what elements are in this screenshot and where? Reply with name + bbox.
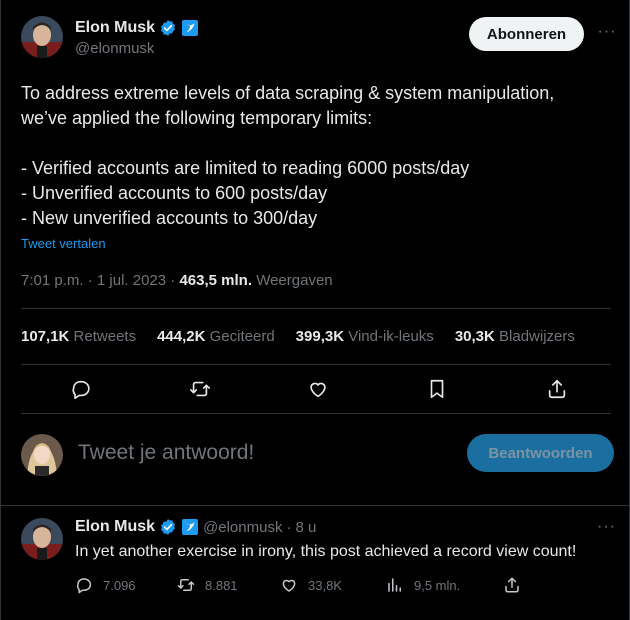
author-display-name[interactable]: Elon Musk (75, 19, 155, 37)
views-action[interactable]: 9,5 mln. (386, 576, 460, 594)
meta-separator: · (170, 272, 176, 289)
tweet-time[interactable]: 7:01 p.m. (21, 272, 84, 289)
retweet-icon[interactable] (183, 372, 217, 406)
tweet-text-line: To address extreme levels of data scrapi… (21, 83, 555, 103)
x-logo-badge-icon[interactable] (181, 518, 199, 536)
stat-label: Geciteerd (209, 328, 275, 345)
divider (21, 308, 611, 309)
tweet-action-bar (21, 372, 611, 406)
tweet-date[interactable]: 1 jul. 2023 (97, 272, 166, 289)
stat-bookmarks[interactable]: 30,3K Bladwijzers (455, 328, 575, 345)
reply-timestamp[interactable]: 8 u (295, 519, 316, 536)
retweet-action[interactable]: 8.881 (177, 576, 238, 594)
retweet-count: 8.881 (205, 577, 238, 593)
share-icon (505, 577, 519, 593)
bookmark-icon[interactable] (420, 372, 454, 406)
x-logo-badge-icon[interactable] (181, 19, 199, 37)
tweet-metadata: 7:01 p.m. · 1 jul. 2023 · 463,5 mln. Wee… (21, 272, 333, 289)
meta-separator: · (286, 518, 292, 536)
meta-separator: · (87, 272, 93, 289)
tweet-text-line: - New unverified accounts to 300/day (21, 208, 318, 228)
subscribe-button[interactable]: Abonneren (469, 17, 584, 51)
reply-tweet-text: In yet another exercise in irony, this p… (75, 543, 577, 560)
author-handle[interactable]: @elonmusk (75, 40, 199, 57)
reply-author-display-name[interactable]: Elon Musk (75, 518, 155, 536)
stat-label: Bladwijzers (499, 328, 575, 345)
reply-tweet[interactable]: Elon Musk @elonmusk · 8 u ··· In yet ano… (1, 506, 630, 620)
stat-number: 444,2K (157, 328, 206, 345)
views-count: 9,5 mln. (414, 577, 461, 593)
reply-author-avatar[interactable] (21, 518, 63, 560)
reply-icon (76, 578, 92, 594)
main-tweet: Elon Musk @elonmusk Abonneren ··· To add… (1, 0, 630, 505)
more-options-icon[interactable]: ··· (597, 518, 616, 536)
share-icon[interactable] (540, 372, 574, 406)
like-count: 33,8K (308, 577, 342, 593)
tweet-text-line: - Unverified accounts to 600 posts/day (21, 183, 328, 203)
reply-author-row: Elon Musk @elonmusk · 8 u (75, 518, 316, 536)
views-count[interactable]: 463,5 mln. (179, 272, 252, 289)
current-user-avatar[interactable] (21, 434, 63, 476)
stat-label: Retweets (73, 328, 137, 345)
like-icon (282, 579, 296, 592)
reply-count: 7.096 (103, 577, 136, 593)
reply-composer: Tweet je antwoord! Beantwoorden (1, 414, 630, 494)
translate-tweet-link[interactable]: Tweet vertalen (21, 236, 106, 251)
reply-author-handle[interactable]: @elonmusk (203, 519, 282, 536)
stat-quotes[interactable]: 444,2K Geciteerd (157, 328, 275, 345)
like-action[interactable]: 33,8K (280, 576, 342, 594)
verified-badge-icon[interactable] (159, 518, 177, 536)
views-label[interactable]: Weergaven (256, 272, 332, 289)
tweet-detail-view: Elon Musk @elonmusk Abonneren ··· To add… (0, 0, 630, 620)
stat-retweets[interactable]: 107,1K Retweets (21, 328, 136, 345)
reply-action-bar: 7.096 8.881 33,8K 9,5 mln. (75, 576, 615, 600)
stat-number: 107,1K (21, 328, 70, 345)
reply-button[interactable]: Beantwoorden (467, 434, 614, 472)
like-icon[interactable] (301, 372, 335, 406)
tweet-text-line: we’ve applied the following temporary li… (21, 108, 373, 128)
author-avatar[interactable] (21, 16, 63, 58)
share-action[interactable] (503, 576, 521, 594)
author-block: Elon Musk @elonmusk (75, 18, 199, 57)
reply-input[interactable]: Tweet je antwoord! (78, 441, 254, 465)
engagement-stats: 107,1K Retweets 444,2K Geciteerd 399,3K … (21, 328, 596, 345)
tweet-text: To address extreme levels of data scrapi… (21, 81, 611, 231)
stat-likes[interactable]: 399,3K Vind-ik-leuks (296, 328, 434, 345)
tweet-text-line: - Verified accounts are limited to readi… (21, 158, 470, 178)
stat-number: 30,3K (454, 328, 495, 345)
stat-label: Vind-ik-leuks (348, 328, 434, 345)
verified-badge-icon[interactable] (159, 19, 177, 37)
more-options-icon[interactable]: ··· (597, 22, 617, 42)
divider (21, 364, 611, 365)
retweet-icon (177, 579, 195, 591)
tweet-text-line (21, 131, 611, 156)
reply-icon[interactable] (64, 372, 98, 406)
stat-number: 399,3K (295, 328, 345, 345)
views-icon (388, 578, 401, 592)
reply-action[interactable]: 7.096 (75, 576, 136, 594)
